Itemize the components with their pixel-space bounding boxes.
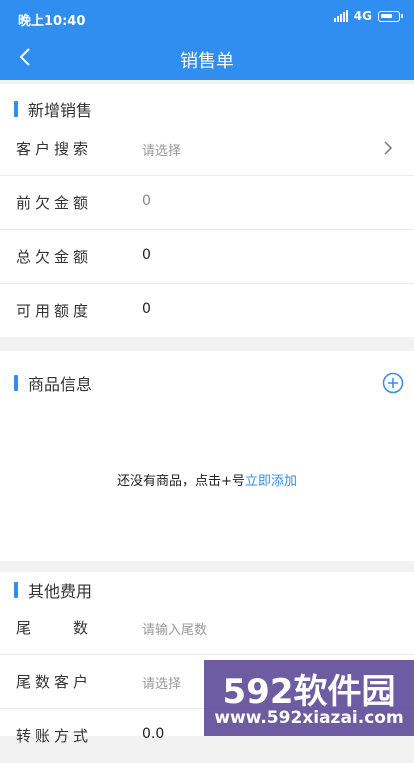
add-goods-button[interactable]: [382, 372, 404, 394]
chevron-right-icon: [384, 141, 393, 155]
customer-select-value: 请选择: [142, 144, 182, 159]
section-header-goods: 商品信息: [0, 371, 92, 395]
total-debt-value: 0: [142, 247, 151, 263]
available-credit-value: 0: [142, 301, 151, 317]
battery-icon: [378, 10, 403, 22]
section-title: 其他费用: [28, 582, 93, 601]
status-time: 晚上10:40: [18, 14, 86, 29]
section-accent-bar: [14, 101, 18, 117]
row-label: 尾数客户: [16, 673, 93, 691]
section-header-new-sale: 新增销售: [0, 97, 92, 121]
watermark-logo: 592软件园: [222, 672, 396, 712]
section-header-other: 其他费用: [0, 578, 92, 602]
available-credit-row: 可用额度 0: [0, 284, 414, 338]
remainder-customer-select: 请选择: [142, 677, 182, 692]
transfer-method-value: 0.0: [142, 726, 165, 742]
add-goods-link[interactable]: 立即添加: [245, 474, 297, 489]
previous-debt-value: 0: [142, 193, 151, 209]
row-label: 客户搜索: [16, 140, 93, 158]
new-sale-card: 新增销售 客户搜索 请选择 前欠金额 0 总欠金额 0 可用额度 0: [0, 84, 414, 337]
top-bar: 晚上10:40 4G 销售单: [0, 0, 414, 80]
section-accent-bar: [14, 375, 18, 391]
row-label: 尾 数: [16, 619, 93, 637]
network-label: 4G: [353, 9, 372, 23]
previous-debt-row: 前欠金额 0: [0, 176, 414, 230]
signal-icon: [333, 10, 348, 22]
row-label: 可用额度: [16, 302, 93, 320]
empty-goods-message: 还没有商品，点击+号立即添加: [0, 470, 414, 489]
nav-bar: 销售单: [0, 36, 414, 80]
section-accent-bar: [14, 582, 18, 598]
site-watermark: 592软件园 www.592xiazai.com: [204, 660, 414, 736]
empty-goods-text: 还没有商品，点击+号: [117, 474, 245, 489]
status-bar: 晚上10:40 4G: [0, 0, 414, 34]
page-title: 销售单: [180, 51, 234, 72]
section-title: 商品信息: [28, 375, 93, 394]
row-label: 总欠金额: [16, 248, 93, 266]
section-title: 新增销售: [28, 101, 93, 120]
remainder-row[interactable]: 尾 数 请输入尾数: [0, 601, 414, 655]
status-icons: 4G: [333, 9, 403, 23]
remainder-input[interactable]: 请输入尾数: [142, 619, 207, 638]
goods-card: 商品信息 还没有商品，点击+号立即添加: [0, 351, 414, 561]
watermark-url: www.592xiazai.com: [214, 708, 404, 728]
total-debt-row: 总欠金额 0: [0, 230, 414, 284]
customer-search-row[interactable]: 客户搜索 请选择: [0, 122, 414, 176]
row-label: 前欠金额: [16, 194, 93, 212]
